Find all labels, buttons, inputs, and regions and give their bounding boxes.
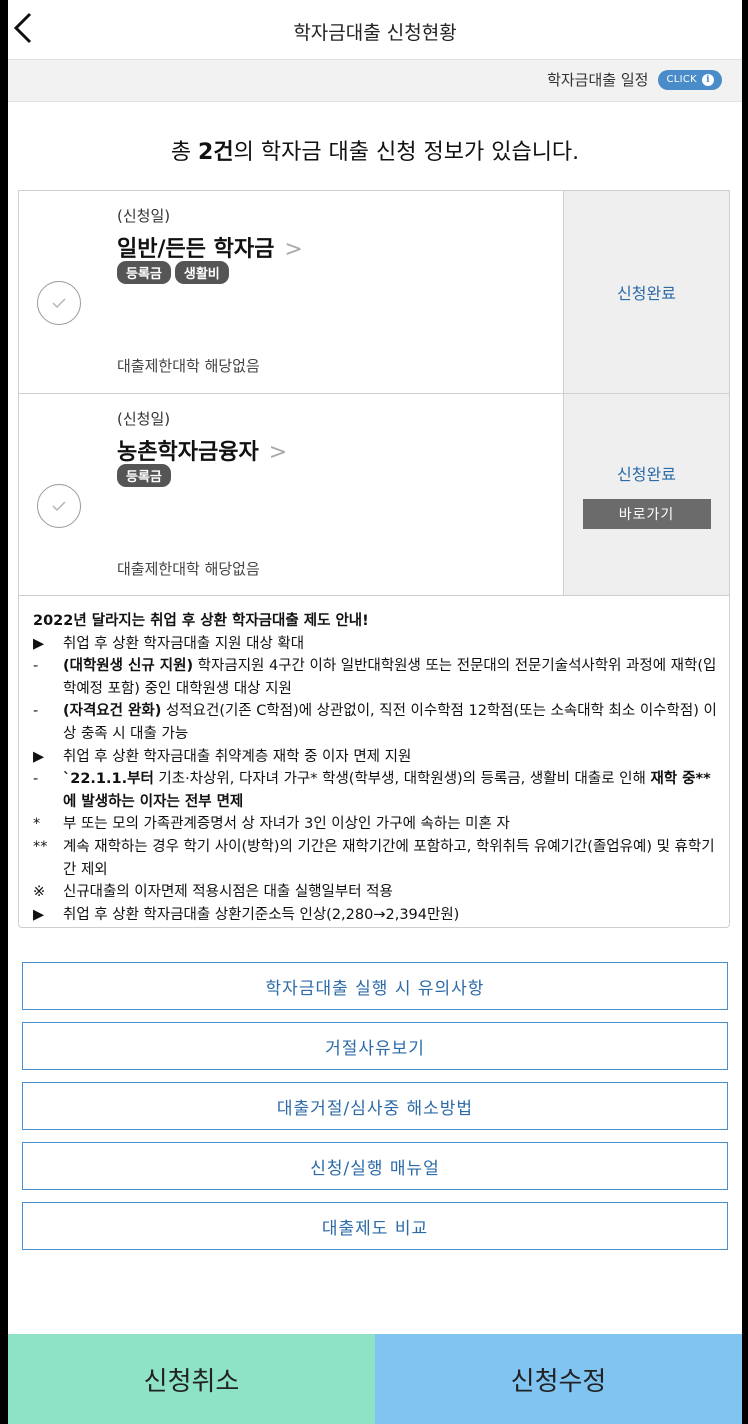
precautions-button[interactable]: 학자금대출 실행 시 유의사항: [22, 962, 728, 1010]
apply-date-label: (신청일): [117, 207, 171, 225]
compare-loans-button[interactable]: 대출제도 비교: [22, 1202, 728, 1250]
manual-button[interactable]: 신청/실행 매뉴얼: [22, 1142, 728, 1190]
notice-text: 부 또는 모의 가족관계증명서 상 자녀가 3인 이상인 가구에 속하는 미혼 …: [63, 813, 719, 836]
loan-name: 일반/든든 학자금: [117, 237, 275, 262]
apply-date-label: (신청일): [117, 410, 171, 428]
notice-bullet: -: [33, 703, 39, 720]
notice-bold-text: (대학원생 신규 지원): [63, 658, 194, 675]
tag-badge: 등록금: [117, 261, 171, 284]
check-icon: [52, 298, 66, 309]
notice-text: 신규대출의 이자면제 적용시점은 대출 실행일부터 적용: [63, 881, 719, 904]
notice-bullet: **: [33, 838, 48, 855]
notice-bullet: -: [33, 771, 39, 788]
notice-text: (대학원생 신규 지원) 학자금지원 4구간 이하 일반대학원생 또는 전문대의…: [63, 655, 719, 700]
loan-list: (신청일) 일반/든든 학자금 > 등록금 생활비 대출제한대학 해당없음 신청완…: [18, 190, 730, 596]
loan-name-link[interactable]: 농촌학자금융자 >: [117, 434, 287, 466]
notice-line: - (대학원생 신규 지원) 학자금지원 4구간 이하 일반대학원생 또는 전문대…: [33, 655, 719, 700]
tag-badge: 등록금: [117, 464, 171, 487]
info-icon: i: [702, 73, 714, 86]
notice-bullet: *: [33, 816, 41, 833]
chevron-right-icon: >: [284, 237, 303, 262]
notice-plain-text: 신규대출의 이자면제 적용시점은 대출 실행일부터 적용: [63, 884, 393, 901]
notice-line: * 부 또는 모의 가족관계증명서 상 자녀가 3인 이상인 가구에 속하는 미혼…: [33, 813, 719, 836]
loan-card: (신청일) 농촌학자금융자 > 등록금 대출제한대학 해당없음 신청완료 바로가기: [19, 393, 729, 595]
notice-bullet: ※: [33, 884, 46, 901]
loan-tags: 등록금 생활비: [117, 261, 229, 284]
chevron-right-icon: >: [268, 440, 288, 465]
page-title: 학자금대출 신청현황: [293, 22, 457, 44]
notice-plain-text: 취업 후 상환 학자금대출 지원 대상 확대: [63, 635, 305, 652]
loan-name: 농촌학자금융자: [117, 440, 259, 465]
resolution-method-button[interactable]: 대출거절/심사중 해소방법: [22, 1082, 728, 1130]
action-button-list: 학자금대출 실행 시 유의사항 거절사유보기 대출거절/심사중 해소방법 신청/…: [22, 962, 728, 1262]
notice-line: - (자격요건 완화) 성적요건(기존 C학점)에 상관없이, 직전 이수학점 1…: [33, 700, 719, 745]
notice-plain-text: 취업 후 상환 학자금대출 상환기준소득 인상(2,280→2,394만원): [63, 906, 460, 923]
status-text: 신청완료: [617, 464, 676, 484]
notice-line: ** 계속 재학하는 경우 학기 사이(방학)의 기간은 재학기간에 포함하고, …: [33, 836, 719, 881]
notice-bullet: ▶: [33, 635, 45, 652]
notice-text: `22.1.1.부터 기초·차상위, 다자녀 가구* 학생(학부생, 대학원생)…: [63, 768, 719, 813]
restriction-text: 대출제한대학 해당없음: [117, 560, 260, 578]
notice-plain-text: 부 또는 모의 가족관계증명서 상 자녀가 3인 이상인 가구에 속하는 미혼 …: [63, 816, 510, 833]
notice-bold-text: (자격요건 완화): [63, 703, 162, 720]
click-badge-label: CLICK: [666, 74, 697, 85]
schedule-link[interactable]: 학자금대출 일정 CLICK i: [547, 69, 722, 90]
notice-text: 취업 후 상환 학자금대출 취약계층 재학 중 이자 면제 지원: [63, 746, 719, 769]
notice-lines: ▶ 취업 후 상환 학자금대출 지원 대상 확대 - (대학원생 신규 지원) 학자금…: [33, 633, 719, 927]
summary-count: 2건: [198, 140, 234, 165]
notice-line: ▶ 취업 후 상환 학자금대출 상환기준소득 인상(2,280→2,394만원): [33, 904, 719, 927]
notice-line: ▶ 취업 후 상환 학자금대출 취약계층 재학 중 이자 면제 지원: [33, 746, 719, 769]
notice-line: - `22.1.1.부터 기초·차상위, 다자녀 가구* 학생(학부생, 대학원생…: [33, 768, 719, 813]
summary-prefix: 총: [170, 140, 199, 165]
notice-plain-text: 성적요건(기존 C학점)에 상관없이, 직전 이수학점 12학점(또는 소속대학…: [63, 703, 717, 742]
goto-button[interactable]: 바로가기: [582, 498, 711, 529]
check-icon: [52, 501, 66, 512]
notice-bullet: ▶: [33, 906, 45, 923]
select-checkbox[interactable]: [37, 484, 81, 528]
notice-line: ※ 신규대출의 이자면제 적용시점은 대출 실행일부터 적용: [33, 881, 719, 904]
notice-bold-text: `22.1.1.부터: [63, 771, 154, 788]
notice-text: (자격요건 완화) 성적요건(기존 C학점)에 상관없이, 직전 이수학점 12…: [63, 700, 719, 745]
loan-card-body: (신청일) 일반/든든 학자금 > 등록금 생활비 대출제한대학 해당없음: [19, 191, 563, 393]
loan-status-panel: 신청완료: [563, 191, 729, 393]
notice-text: 취업 후 상환 학자금대출 상환기준소득 인상(2,280→2,394만원): [63, 904, 719, 927]
device-frame: 학자금대출 신청현황 학자금대출 일정 CLICK i 총 2건의 학자금 대출…: [0, 0, 748, 1424]
tag-badge: 생활비: [174, 261, 229, 284]
app-screen: 학자금대출 신청현황 학자금대출 일정 CLICK i 총 2건의 학자금 대출…: [8, 0, 742, 1424]
rejection-reason-button[interactable]: 거절사유보기: [22, 1022, 728, 1070]
notice-plain-text: 계속 재학하는 경우 학기 사이(방학)의 기간은 재학기간에 포함하고, 학위…: [63, 838, 715, 878]
notice-text: 취업 후 상환 학자금대출 지원 대상 확대: [63, 633, 719, 656]
notice-box: 2022년 달라지는 취업 후 상환 학자금대출 제도 안내! ▶ 취업 후 상환…: [18, 596, 730, 928]
bottom-action-bar: 신청취소 신청수정: [8, 1334, 742, 1424]
restriction-text: 대출제한대학 해당없음: [117, 357, 260, 375]
summary-text: 총 2건의 학자금 대출 신청 정보가 있습니다.: [8, 134, 742, 166]
notice-plain-text: 취업 후 상환 학자금대출 취약계층 재학 중 이자 면제 지원: [63, 748, 412, 765]
loan-tags: 등록금: [117, 464, 171, 487]
loan-name-link[interactable]: 일반/든든 학자금 >: [117, 231, 303, 263]
loan-card: (신청일) 일반/든든 학자금 > 등록금 생활비 대출제한대학 해당없음 신청완…: [19, 191, 729, 393]
status-text: 신청완료: [617, 284, 676, 303]
schedule-label: 학자금대출 일정: [547, 71, 649, 89]
notice-title: 2022년 달라지는 취업 후 상환 학자금대출 제도 안내!: [33, 613, 369, 629]
loan-card-body: (신청일) 농촌학자금융자 > 등록금 대출제한대학 해당없음: [19, 394, 563, 595]
schedule-strip: 학자금대출 일정 CLICK i: [8, 60, 742, 102]
notice-line: ▶ 취업 후 상환 학자금대출 지원 대상 확대: [33, 633, 719, 656]
notice-plain-text: 기초·차상위, 다자녀 가구* 학생(학부생, 대학원생)의 등록금, 생활비 …: [153, 771, 651, 788]
top-header: 학자금대출 신청현황: [8, 0, 742, 60]
notice-bullet: -: [33, 658, 39, 675]
select-checkbox[interactable]: [37, 281, 81, 325]
notice-bullet: ▶: [33, 748, 45, 765]
notice-text: 계속 재학하는 경우 학기 사이(방학)의 기간은 재학기간에 포함하고, 학위…: [63, 836, 719, 881]
click-badge[interactable]: CLICK i: [658, 69, 722, 90]
cancel-application-button[interactable]: 신청취소: [8, 1334, 375, 1424]
loan-status-panel: 신청완료 바로가기: [563, 394, 729, 595]
summary-suffix: 의 학자금 대출 신청 정보가 있습니다.: [233, 140, 580, 165]
modify-application-button[interactable]: 신청수정: [375, 1334, 742, 1424]
